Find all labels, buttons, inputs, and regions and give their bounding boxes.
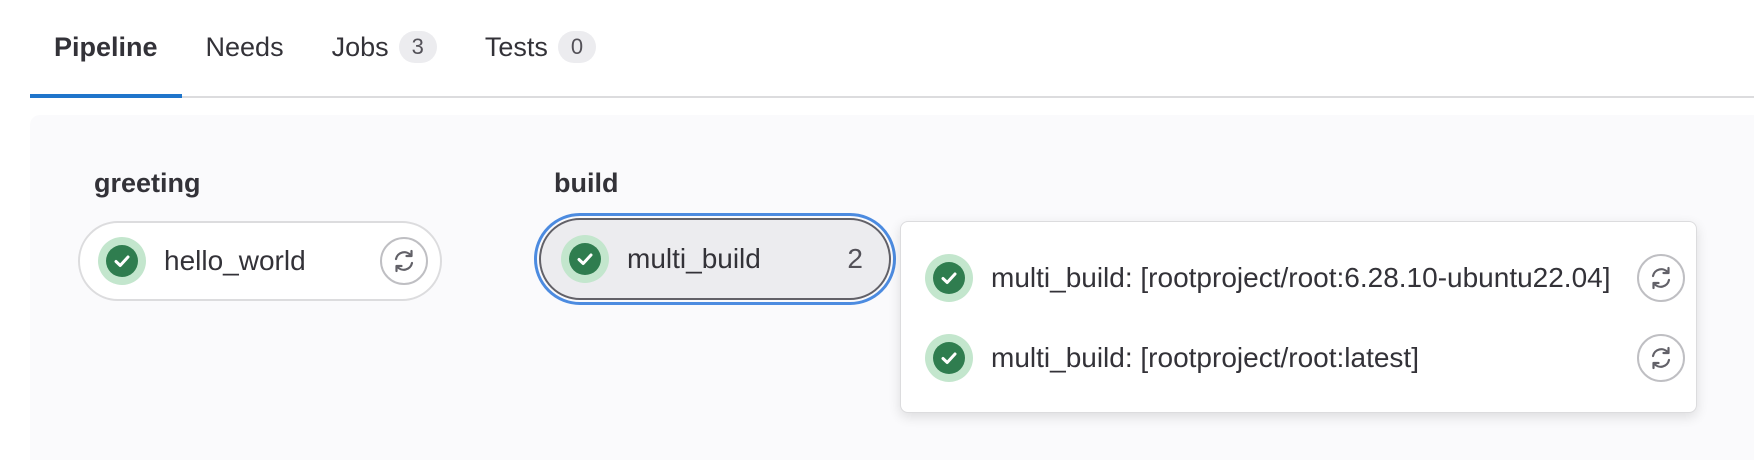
job-group-name: multi_build [627, 243, 761, 274]
success-icon [925, 334, 973, 382]
tab-tests-count-badge: 0 [557, 31, 597, 63]
tab-jobs-count-badge: 3 [398, 31, 437, 63]
tab-needs-label: Needs [205, 31, 284, 62]
pipeline-tabs: Pipeline Needs Jobs 3 Tests 0 [30, 0, 1754, 98]
tab-tests[interactable]: Tests 0 [461, 0, 620, 96]
dropdown-job-item[interactable]: multi_build: [rootproject/root:6.28.10-u… [925, 248, 1685, 308]
tab-tests-label: Tests [484, 31, 548, 62]
job-group-multi-build[interactable]: multi_build 2 [539, 218, 891, 300]
job-group-count: 2 [847, 243, 863, 274]
retry-icon[interactable] [1637, 334, 1685, 382]
tab-pipeline[interactable]: Pipeline [30, 0, 182, 98]
success-icon [98, 237, 146, 285]
dropdown-job-name: multi_build: [rootproject/root:latest] [991, 342, 1419, 373]
job-group-dropdown: multi_build: [rootproject/root:6.28.10-u… [900, 221, 1697, 413]
success-icon [925, 254, 973, 302]
pipeline-page: Pipeline Needs Jobs 3 Tests 0 greeting h… [0, 0, 1754, 460]
stage-title-build: build [554, 168, 619, 198]
tab-needs[interactable]: Needs [182, 0, 308, 96]
dropdown-job-item[interactable]: multi_build: [rootproject/root:latest] [925, 328, 1685, 388]
dropdown-job-name: multi_build: [rootproject/root:6.28.10-u… [991, 262, 1611, 293]
stage-title-greeting: greeting [94, 168, 201, 198]
retry-icon[interactable] [380, 237, 428, 285]
job-hello-world[interactable]: hello_world [78, 221, 442, 301]
tab-pipeline-label: Pipeline [54, 31, 158, 62]
retry-icon[interactable] [1637, 254, 1685, 302]
success-icon [561, 235, 609, 283]
tab-jobs-label: Jobs [331, 31, 389, 62]
job-name-label: hello_world [164, 245, 306, 276]
tab-jobs[interactable]: Jobs 3 [308, 0, 461, 96]
